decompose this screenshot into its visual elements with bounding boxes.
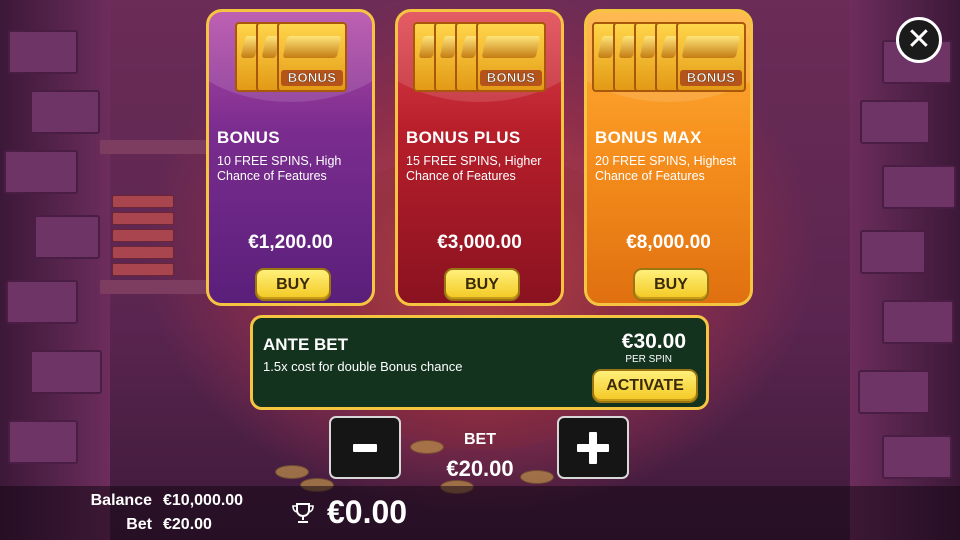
buy-bonus-button[interactable]: BUY bbox=[255, 268, 331, 301]
bonus-max-card: BONUS BONUS MAX 20 FREE SPINS, Highest C… bbox=[584, 9, 753, 306]
close-x-icon: ✕ bbox=[906, 23, 932, 56]
ticket-label: BONUS bbox=[680, 70, 742, 86]
bet-label: BET bbox=[464, 431, 496, 448]
ticket-label: BONUS bbox=[281, 70, 343, 86]
footer-bet-label: Bet bbox=[126, 516, 152, 533]
bonus-ticket: BONUS bbox=[277, 22, 347, 92]
ante-title: ANTE BET bbox=[263, 335, 348, 354]
card-title: BONUS bbox=[217, 128, 280, 147]
card-description: 20 FREE SPINS, Highest Chance of Feature… bbox=[595, 154, 737, 183]
win-amount: €0.00 bbox=[327, 494, 408, 530]
minus-icon bbox=[353, 443, 377, 452]
card-description: 10 FREE SPINS, High Chance of Features bbox=[217, 154, 342, 183]
left-stone-wall bbox=[0, 0, 110, 540]
bonus-card: BONUS BONUS 10 FREE SPINS, High Chance o… bbox=[206, 9, 375, 306]
activate-button[interactable]: ACTIVATE bbox=[592, 369, 698, 403]
ante-description: 1.5x cost for double Bonus chance bbox=[263, 359, 463, 374]
ticket-label: BONUS bbox=[480, 70, 542, 86]
card-description: 15 FREE SPINS, Higher Chance of Features bbox=[406, 154, 542, 183]
close-button[interactable]: ✕ bbox=[896, 17, 942, 63]
card-title: BONUS MAX bbox=[595, 128, 702, 147]
shelf bbox=[100, 140, 210, 154]
ante-bet-panel: ANTE BET 1.5x cost for double Bonus chan… bbox=[250, 315, 709, 410]
bonus-ticket-stack-icon: BONUS bbox=[398, 22, 561, 94]
bonus-ticket-stack-icon: BONUS bbox=[587, 22, 750, 94]
balance-value: €10,000.00 bbox=[163, 492, 244, 509]
buy-bonus-plus-button[interactable]: BUY bbox=[444, 268, 520, 301]
increase-bet-button[interactable] bbox=[557, 416, 629, 479]
card-price: €1,200.00 bbox=[248, 232, 333, 253]
bet-value: €20.00 bbox=[446, 456, 514, 481]
trophy-icon bbox=[292, 503, 314, 523]
bonus-ticket: BONUS bbox=[476, 22, 546, 92]
plus-icon bbox=[577, 431, 609, 464]
footer-bet-value: €20.00 bbox=[163, 516, 212, 533]
buy-bonus-max-button[interactable]: BUY bbox=[633, 268, 709, 301]
shelf bbox=[100, 280, 210, 294]
bonus-ticket: BONUS bbox=[676, 22, 746, 92]
bonus-ticket-stack-icon: BONUS bbox=[209, 22, 372, 94]
balance-label: Balance bbox=[90, 492, 152, 509]
card-price: €8,000.00 bbox=[626, 232, 711, 253]
right-stone-wall bbox=[850, 0, 960, 540]
ante-price: €30.00 bbox=[621, 330, 686, 353]
card-title: BONUS PLUS bbox=[406, 128, 521, 147]
card-price: €3,000.00 bbox=[437, 232, 522, 253]
decrease-bet-button[interactable] bbox=[329, 416, 401, 479]
per-spin-label: PER SPIN bbox=[625, 354, 672, 365]
bonus-plus-card: BONUS BONUS PLUS 15 FREE SPINS, Higher C… bbox=[395, 9, 564, 306]
